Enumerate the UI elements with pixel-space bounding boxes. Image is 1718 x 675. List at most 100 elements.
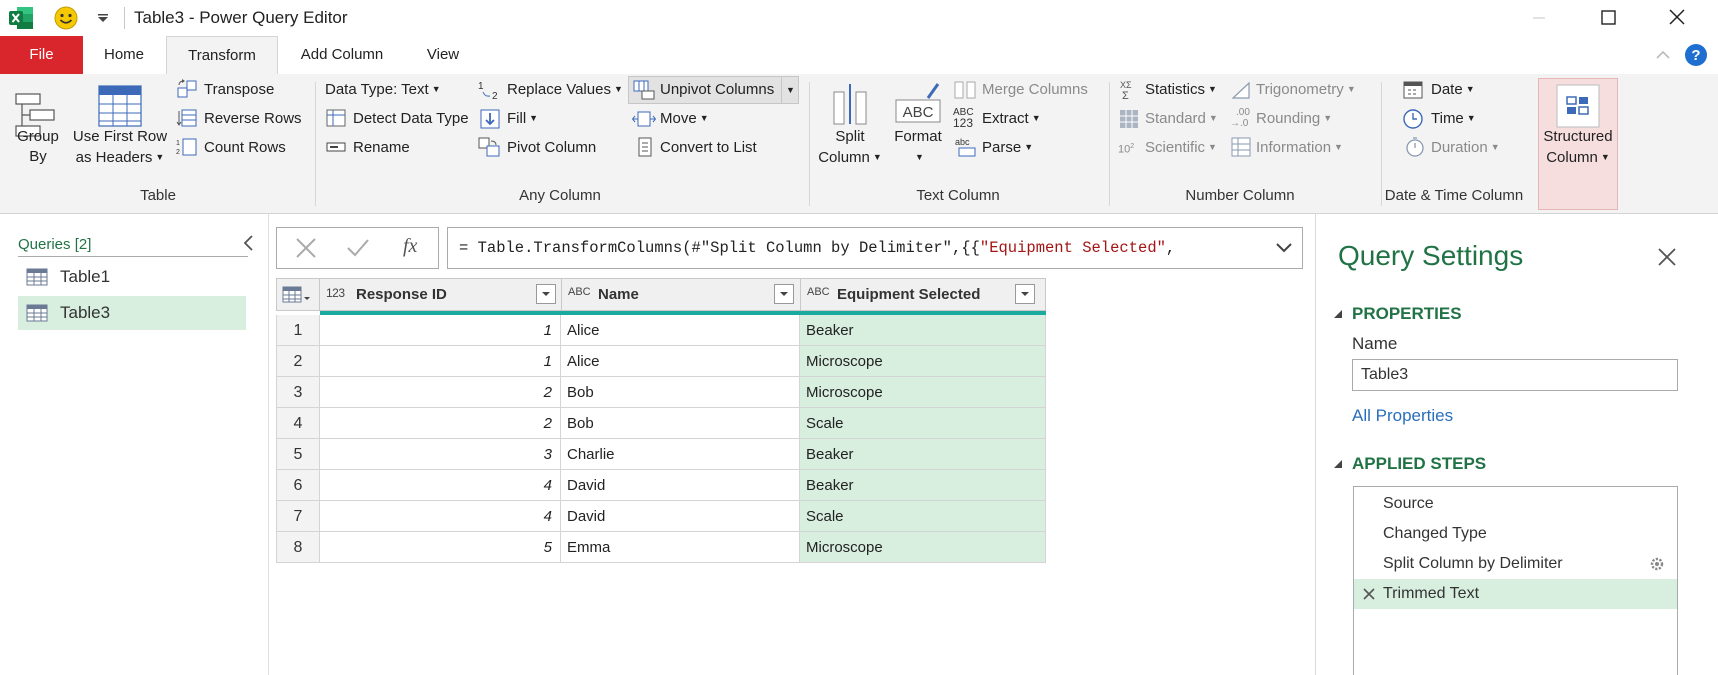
cancel-formula-x-icon[interactable] bbox=[293, 236, 319, 260]
cell-response-id[interactable]: 3 bbox=[320, 439, 561, 470]
information-button[interactable]: Information ▼ bbox=[1256, 139, 1343, 156]
tab-add-column[interactable]: Add Column bbox=[286, 36, 398, 74]
column-filter-chevron-down-icon[interactable] bbox=[774, 284, 794, 304]
cell-equipment-selected[interactable]: Microscope bbox=[800, 377, 1046, 408]
table-menu-icon[interactable] bbox=[281, 285, 311, 305]
row-number[interactable]: 5 bbox=[276, 439, 320, 470]
collapse-properties-triangle-icon[interactable] bbox=[1332, 308, 1344, 320]
date-button[interactable]: Date ▼ bbox=[1431, 81, 1475, 98]
collapse-applied-steps-triangle-icon[interactable] bbox=[1332, 458, 1344, 470]
fx-function-icon[interactable]: fx bbox=[403, 235, 417, 258]
delete-step-x-icon[interactable] bbox=[1362, 587, 1376, 601]
duration-button[interactable]: Duration ▼ bbox=[1431, 139, 1500, 156]
whole-number-type-icon[interactable]: 123 bbox=[326, 286, 345, 300]
cell-response-id[interactable]: 4 bbox=[320, 501, 561, 532]
close-window-button[interactable] bbox=[1662, 6, 1692, 30]
row-number[interactable]: 6 bbox=[276, 470, 320, 501]
cell-name[interactable]: Emma bbox=[561, 532, 800, 563]
query-item-table3[interactable]: Table3 bbox=[18, 296, 246, 330]
row-number[interactable]: 7 bbox=[276, 501, 320, 532]
cell-name[interactable]: David bbox=[561, 470, 800, 501]
data-type-dropdown[interactable]: Data Type: Text ▼ bbox=[325, 81, 441, 98]
row-number[interactable]: 3 bbox=[276, 377, 320, 408]
cell-equipment-selected[interactable]: Scale bbox=[800, 408, 1046, 439]
replace-values-button[interactable]: Replace Values ▼ bbox=[507, 81, 623, 98]
cell-equipment-selected[interactable]: Beaker bbox=[800, 315, 1046, 346]
transpose-button[interactable]: Transpose bbox=[204, 81, 274, 98]
format-button[interactable]: Format ▼ bbox=[884, 127, 952, 167]
unpivot-dropdown-chevron-down-icon[interactable]: ▼ bbox=[781, 76, 799, 104]
excel-icon[interactable] bbox=[8, 5, 34, 31]
cell-response-id[interactable]: 2 bbox=[320, 408, 561, 439]
commit-formula-check-icon[interactable] bbox=[345, 236, 371, 260]
column-header-equipment-selected[interactable]: ABC Equipment Selected bbox=[801, 278, 1046, 311]
column-header-name[interactable]: ABC Name bbox=[562, 278, 800, 311]
count-rows-button[interactable]: Count Rows bbox=[204, 139, 286, 156]
convert-to-list-button[interactable]: Convert to List bbox=[660, 139, 757, 156]
rounding-button[interactable]: Rounding ▼ bbox=[1256, 110, 1332, 127]
cell-response-id[interactable]: 5 bbox=[320, 532, 561, 563]
close-settings-icon[interactable] bbox=[1656, 246, 1678, 268]
time-button[interactable]: Time ▼ bbox=[1431, 110, 1476, 127]
cell-equipment-selected[interactable]: Microscope bbox=[800, 346, 1046, 377]
cell-equipment-selected[interactable]: Beaker bbox=[800, 470, 1046, 501]
cell-name[interactable]: Alice bbox=[561, 315, 800, 346]
step-settings-gear-icon[interactable] bbox=[1649, 556, 1665, 572]
statistics-button[interactable]: Statistics ▼ bbox=[1145, 81, 1217, 98]
trigonometry-button[interactable]: Trigonometry ▼ bbox=[1256, 81, 1356, 98]
cell-equipment-selected[interactable]: Beaker bbox=[800, 439, 1046, 470]
cell-equipment-selected[interactable]: Microscope bbox=[800, 532, 1046, 563]
all-properties-link[interactable]: All Properties bbox=[1352, 406, 1453, 426]
cell-response-id[interactable]: 1 bbox=[320, 315, 561, 346]
extract-button[interactable]: Extract ▼ bbox=[982, 110, 1041, 127]
row-number[interactable]: 8 bbox=[276, 532, 320, 563]
step-trimmed-text[interactable]: Trimmed Text bbox=[1354, 579, 1677, 609]
merge-columns-button[interactable]: Merge Columns bbox=[982, 81, 1088, 98]
customize-quick-access-icon[interactable] bbox=[97, 12, 109, 24]
row-number[interactable]: 2 bbox=[276, 346, 320, 377]
group-by-button[interactable]: Group By bbox=[0, 127, 76, 167]
cell-name[interactable]: David bbox=[561, 501, 800, 532]
column-filter-chevron-down-icon[interactable] bbox=[536, 284, 556, 304]
column-header-response-id[interactable]: 123 Response ID bbox=[320, 278, 561, 311]
cell-response-id[interactable]: 2 bbox=[320, 377, 561, 408]
collapse-ribbon-chevron-up-icon[interactable] bbox=[1654, 46, 1672, 64]
fill-button[interactable]: Fill ▼ bbox=[507, 110, 538, 127]
reverse-rows-button[interactable]: Reverse Rows bbox=[204, 110, 302, 127]
split-column-button[interactable]: Split Column ▼ bbox=[812, 127, 888, 168]
step-split-column-by-delimiter[interactable]: Split Column by Delimiter bbox=[1354, 549, 1677, 579]
unpivot-columns-button[interactable]: Unpivot Columns bbox=[660, 81, 774, 98]
move-button[interactable]: Move ▼ bbox=[660, 110, 709, 127]
cell-name[interactable]: Charlie bbox=[561, 439, 800, 470]
feedback-smiley-icon[interactable] bbox=[54, 6, 78, 30]
detect-data-type-button[interactable]: Detect Data Type bbox=[353, 110, 469, 127]
formula-input[interactable]: = Table.TransformColumns(#"Split Column … bbox=[447, 227, 1303, 269]
pivot-column-button[interactable]: Pivot Column bbox=[507, 139, 596, 156]
column-filter-chevron-down-icon[interactable] bbox=[1015, 284, 1035, 304]
scientific-button[interactable]: Scientific ▼ bbox=[1145, 139, 1217, 156]
collapse-queries-chevron-left-icon[interactable] bbox=[241, 233, 257, 253]
step-source[interactable]: Source bbox=[1354, 489, 1677, 519]
cell-name[interactable]: Alice bbox=[561, 346, 800, 377]
text-type-icon[interactable]: ABC bbox=[568, 286, 591, 298]
rename-button[interactable]: Rename bbox=[353, 139, 410, 156]
help-icon[interactable]: ? bbox=[1684, 43, 1708, 67]
tab-home[interactable]: Home bbox=[88, 36, 160, 74]
minimize-button[interactable] bbox=[1524, 6, 1554, 30]
parse-button[interactable]: Parse ▼ bbox=[982, 139, 1033, 156]
text-type-icon[interactable]: ABC bbox=[807, 286, 830, 298]
query-name-input[interactable] bbox=[1352, 359, 1678, 391]
query-item-table1[interactable]: Table1 bbox=[18, 261, 246, 293]
maximize-button[interactable] bbox=[1593, 6, 1623, 30]
tab-file[interactable]: File bbox=[0, 36, 83, 74]
step-changed-type[interactable]: Changed Type bbox=[1354, 519, 1677, 549]
standard-button[interactable]: Standard ▼ bbox=[1145, 110, 1218, 127]
cell-response-id[interactable]: 4 bbox=[320, 470, 561, 501]
tab-view[interactable]: View bbox=[408, 36, 478, 74]
use-first-row-as-headers-button[interactable]: Use First Row as Headers ▼ bbox=[70, 127, 170, 168]
row-number[interactable]: 1 bbox=[276, 315, 320, 346]
expand-formula-chevron-down-icon[interactable] bbox=[1273, 236, 1295, 258]
cell-equipment-selected[interactable]: Scale bbox=[800, 501, 1046, 532]
cell-name[interactable]: Bob bbox=[561, 377, 800, 408]
cell-name[interactable]: Bob bbox=[561, 408, 800, 439]
